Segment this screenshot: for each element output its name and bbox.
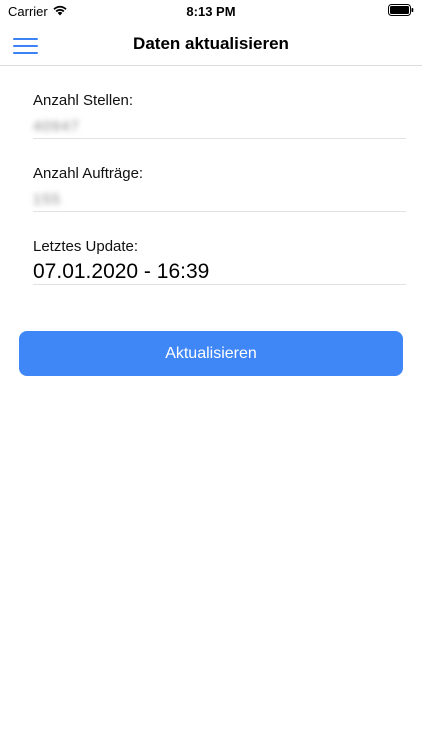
status-bar: Carrier 8:13 PM bbox=[0, 0, 422, 24]
screen: Carrier 8:13 PM Daten aktualisieren Anza… bbox=[0, 0, 422, 750]
battery-icon bbox=[388, 4, 414, 16]
stellen-value: 40947 bbox=[33, 118, 80, 135]
info-row-last-update: Letztes Update: 07.01.2020 - 16:39 bbox=[33, 212, 406, 285]
page-title: Daten aktualisieren bbox=[133, 34, 289, 53]
info-row-stellen: Anzahl Stellen: 40947 bbox=[33, 66, 406, 139]
last-update-value: 07.01.2020 - 16:39 bbox=[33, 260, 210, 283]
status-time: 8:13 PM bbox=[186, 4, 236, 19]
info-list: Anzahl Stellen: 40947 Anzahl Aufträge: 1… bbox=[33, 66, 406, 285]
update-button[interactable]: Aktualisieren bbox=[19, 331, 403, 376]
navigation-bar: Daten aktualisieren bbox=[0, 24, 422, 66]
stellen-label: Anzahl Stellen: bbox=[33, 92, 134, 109]
last-update-label: Letztes Update: bbox=[33, 238, 139, 255]
auftraege-label: Anzahl Aufträge: bbox=[33, 165, 144, 182]
auftraege-value: 155 bbox=[33, 191, 62, 208]
info-row-auftraege: Anzahl Aufträge: 155 bbox=[33, 139, 406, 212]
